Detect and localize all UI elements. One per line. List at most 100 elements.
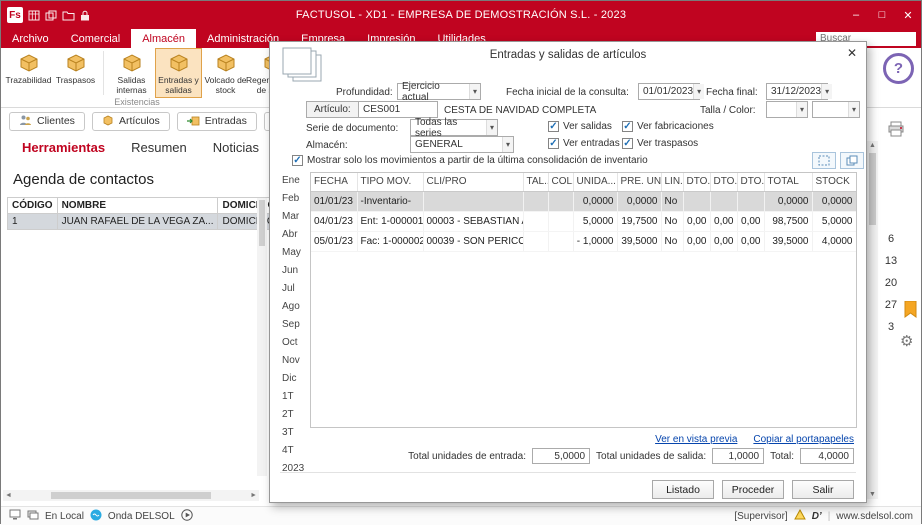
year-item[interactable]: 2023 (282, 460, 308, 478)
panel-tab-herramientas[interactable]: Herramientas (9, 140, 118, 155)
month-nov[interactable]: Nov (282, 352, 308, 370)
selection-mode-button[interactable] (812, 152, 836, 169)
ribbon-button-entradas-y-salidas[interactable]: Entradas y salidas (155, 48, 202, 98)
link-ver-en-vista-previa[interactable]: Ver en vista previa (655, 434, 737, 445)
movements-column-pre-uni[interactable]: PRE. UNI. (617, 173, 661, 191)
movements-column-total[interactable]: TOTAL (764, 173, 812, 191)
panel-tab-resumen[interactable]: Resumen (118, 140, 200, 155)
calendar-icon[interactable] (28, 10, 40, 21)
calendar-day[interactable]: 20 (880, 277, 902, 299)
movements-column-dto-2[interactable]: DTO.2 (710, 173, 737, 191)
play-icon[interactable] (181, 509, 193, 524)
total-entrada-input[interactable]: 5,0000 (532, 448, 590, 464)
maximize-button[interactable]: □ (869, 1, 895, 29)
month-sep[interactable]: Sep (282, 316, 308, 334)
printer-icon[interactable] (887, 121, 905, 142)
main-vertical-scrollbar[interactable]: ▲ ▼ (867, 141, 878, 499)
month-oct[interactable]: Oct (282, 334, 308, 352)
scroll-down-icon[interactable]: ▼ (869, 491, 876, 498)
quickbar-button-articulos[interactable]: Artículos (92, 112, 170, 131)
movements-column-lin[interactable]: LIN... (661, 173, 683, 191)
movements-column-tipo-mov[interactable]: TIPO MOV. (357, 173, 423, 191)
scroll-left-icon[interactable]: ◄ (5, 492, 12, 499)
month-mar[interactable]: Mar (282, 208, 308, 226)
color-select[interactable]: ▾ (812, 101, 860, 118)
movements-column-cli-pro[interactable]: CLI/PRO (423, 173, 523, 191)
month-may[interactable]: May (282, 244, 308, 262)
scroll-up-icon[interactable]: ▲ (869, 142, 876, 149)
movements-column-tal[interactable]: TAL... (523, 173, 548, 191)
movement-row[interactable]: 04/01/23Ent: 1-000001 ...00003 - SEBASTI… (311, 211, 856, 231)
calendar-day[interactable]: 6 (880, 233, 902, 255)
listado-button[interactable]: Listado (652, 480, 714, 499)
quarter-2t[interactable]: 2T (282, 406, 308, 424)
ribbon-button-salidas-internas[interactable]: Salidas internas (108, 48, 155, 98)
dialog-close-button[interactable]: ✕ (847, 46, 857, 60)
almacen-select[interactable]: GENERAL ▾ (410, 136, 514, 153)
link-copiar-al-portapapeles[interactable]: Copiar al portapapeles (753, 434, 854, 445)
calendar-day[interactable]: 13 (880, 255, 902, 277)
ver-entradas-checkbox[interactable]: ✓ Ver entradas (548, 138, 620, 149)
minimize-button[interactable]: – (843, 1, 869, 29)
month-feb[interactable]: Feb (282, 190, 308, 208)
ribbon-button-volcado-de-stock[interactable]: Volcado de stock (202, 48, 249, 98)
ribbon-button-trazabilidad[interactable]: Trazabilidad (5, 48, 52, 98)
menu-tab-comercial[interactable]: Comercial (60, 29, 132, 48)
movement-row[interactable]: 05/01/23Fac: 1-00000200039 - SON PERICO … (311, 231, 856, 251)
talla-select[interactable]: ▾ (766, 101, 808, 118)
ver-salidas-checkbox[interactable]: ✓ Ver salidas (548, 121, 612, 132)
movements-column-col[interactable]: COL... (548, 173, 573, 191)
panel-tab-noticias[interactable]: Noticias (200, 140, 272, 155)
month-abr[interactable]: Abr (282, 226, 308, 244)
calendar-day[interactable]: 3 (880, 321, 902, 343)
folder-icon[interactable] (62, 10, 75, 21)
quickbar-button-clientes[interactable]: Clientes (9, 112, 85, 131)
copy-icon[interactable] (45, 10, 57, 21)
lock-icon[interactable] (80, 10, 90, 21)
quarter-1t[interactable]: 1T (282, 388, 308, 406)
scroll-right-icon[interactable]: ► (250, 492, 257, 499)
articulo-button[interactable]: Artículo: (306, 101, 359, 118)
gear-icon[interactable]: ⚙ (900, 332, 913, 350)
copy-grid-button[interactable] (840, 152, 864, 169)
total-input[interactable]: 4,0000 (800, 448, 854, 464)
ver-fabricaciones-checkbox[interactable]: ✓ Ver fabricaciones (622, 121, 714, 132)
website-link[interactable]: www.sdelsol.com (836, 511, 913, 522)
fecha-final-field[interactable]: 31/12/2023 ▾ (766, 83, 828, 100)
quickbar-button-entradas[interactable]: Entradas (177, 112, 257, 131)
movements-column-unida[interactable]: UNIDA... (573, 173, 617, 191)
help-button[interactable]: ? (883, 53, 914, 84)
ver-traspasos-checkbox[interactable]: ✓ Ver traspasos (622, 138, 698, 149)
fecha-inicial-field[interactable]: 01/01/2023 ▾ (638, 83, 700, 100)
menu-tab-almacen[interactable]: Almacén (131, 29, 196, 48)
calendar-day[interactable]: 27 (880, 299, 902, 321)
menu-tab-archivo[interactable]: Archivo (1, 29, 60, 48)
serie-select[interactable]: Todas las series ▾ (410, 119, 498, 136)
movements-column-dto-1[interactable]: DTO.1 (683, 173, 710, 191)
contacts-vertical-scrollbar[interactable] (257, 198, 267, 476)
movement-row[interactable]: 01/01/23-Inventario-0,00000,0000No0,0000… (311, 191, 856, 211)
movements-column-stock[interactable]: STOCK (812, 173, 856, 191)
salir-button[interactable]: Salir (792, 480, 854, 499)
profundidad-select[interactable]: Ejercicio actual ▾ (397, 83, 481, 100)
proceder-button[interactable]: Proceder (722, 480, 784, 499)
movements-column-fecha[interactable]: FECHA (311, 173, 357, 191)
month-ene[interactable]: Ene (282, 172, 308, 190)
month-ago[interactable]: Ago (282, 298, 308, 316)
close-button[interactable]: ✕ (895, 1, 921, 29)
quarter-3t[interactable]: 3T (282, 424, 308, 442)
articulo-code-input[interactable]: CES001 (358, 101, 438, 118)
scrollbar-thumb[interactable] (259, 200, 265, 246)
quarter-4t[interactable]: 4T (282, 442, 308, 460)
mostrar-solo-checkbox[interactable]: ✓ Mostrar solo los movimientos a partir … (292, 155, 648, 166)
month-jul[interactable]: Jul (282, 280, 308, 298)
movements-column-dto-3[interactable]: DTO.3 (737, 173, 764, 191)
month-jun[interactable]: Jun (282, 262, 308, 280)
month-dic[interactable]: Dic (282, 370, 308, 388)
total-salida-input[interactable]: 1,0000 (712, 448, 764, 464)
scrollbar-thumb[interactable] (51, 492, 211, 499)
scrollbar-thumb[interactable] (869, 153, 876, 225)
contacts-horizontal-scrollbar[interactable]: ◄ ► (3, 490, 259, 501)
bookmark-icon[interactable] (904, 301, 917, 323)
ribbon-button-traspasos[interactable]: Traspasos (52, 48, 99, 98)
